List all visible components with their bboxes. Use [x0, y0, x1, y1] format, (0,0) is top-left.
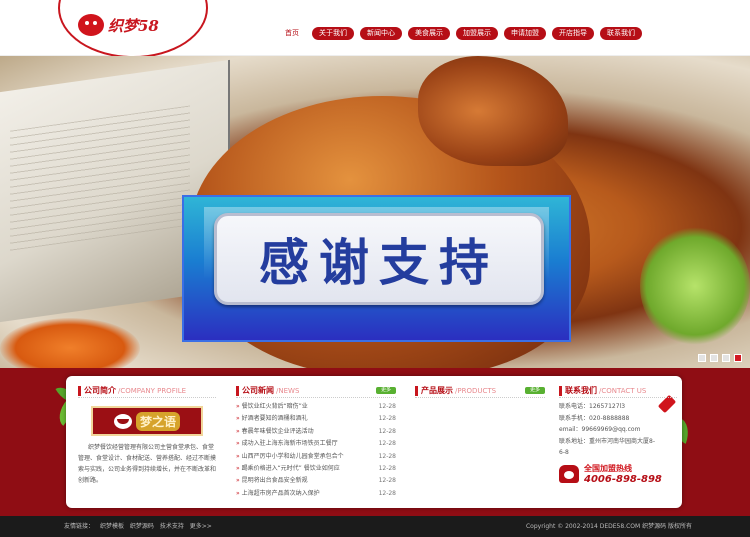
products-more-button[interactable]: 更多: [525, 387, 545, 394]
contact-address-cont: 6-8: [559, 449, 569, 456]
products-section: 产品展示 /PRODUCTS 更多: [415, 384, 545, 502]
products-title: 产品展示: [421, 386, 453, 395]
friend-links: 友情链接： 织梦模板 织梦源码 技术支持 更多>>: [64, 516, 216, 537]
book-text-lines: [10, 105, 190, 251]
news-item-date: 12-28: [378, 427, 396, 435]
hotline: 全国加盟热线 4006-898-898: [559, 463, 677, 485]
slide-dot-4[interactable]: [734, 354, 742, 362]
news-item-title: 好酒者要知的酒桶和酒礼: [236, 413, 308, 425]
hotline-number: 4006-898-898: [584, 473, 662, 485]
footer: 友情链接： 织梦模板 织梦源码 技术支持 更多>> Copyright © 20…: [0, 516, 750, 537]
news-item-title: 昆明将出台食品安全新规: [236, 475, 308, 487]
logo-face-icon: [78, 14, 104, 36]
footer-link[interactable]: 技术支持: [160, 523, 184, 530]
news-item-date: 12-28: [378, 415, 396, 423]
banner[interactable]: 感谢支持: [0, 56, 750, 368]
heading-bar: [415, 385, 418, 396]
contact-heading: 联系我们 /CONTACT US: [559, 384, 677, 398]
news-more-button[interactable]: 更多: [376, 387, 396, 394]
footer-link[interactable]: 织梦源码: [130, 523, 154, 530]
slide-pagination: [698, 354, 742, 362]
news-item-title: 上海超市房产品首次纳入保护: [236, 488, 320, 500]
logo-text: 织梦58: [108, 16, 159, 35]
contact-section: 联系我们 /CONTACT US 联系电话：12657127l3 联系手机：02…: [559, 384, 677, 502]
thanks-text: 感谢支持: [259, 234, 499, 292]
news-item-date: 12-28: [378, 440, 396, 448]
site-logo[interactable]: 织梦58: [78, 14, 159, 36]
intro-title: 公司简介: [84, 386, 116, 395]
banner-lettuce-image: [640, 226, 750, 346]
nav-item-news[interactable]: 新闻中心: [360, 27, 402, 40]
news-item[interactable]: 春晨年味餐饮企业评选活动 12-28: [236, 426, 396, 438]
intro-logo-face-icon: [113, 413, 132, 429]
contact-address: 联系地址：重州市河南华园商大厦8-: [559, 437, 655, 445]
news-item[interactable]: 餐饮业红火背后“暗伤”业 12-28: [236, 401, 396, 413]
phone-icon: [559, 464, 579, 483]
contact-details: 联系电话：12657127l3 联系手机：020-8888888 email：9…: [559, 401, 677, 459]
news-title-en: /NEWS: [276, 386, 300, 395]
intro-text: 织梦餐饮经营管理有限公司主营食堂承包、食堂管理、食堂设计、食材配送、营养搭配、经…: [78, 444, 217, 484]
slide-dot-1[interactable]: [698, 354, 706, 362]
contact-phone: 联系电话：12657127l3: [559, 403, 626, 410]
contact-email[interactable]: email：99669969@qq.com: [559, 424, 677, 436]
intro-heading: 公司简介 /COMPANY PROFILE: [78, 384, 216, 398]
nav-item-apply[interactable]: 申请加盟: [504, 27, 546, 40]
news-item[interactable]: 山西严厉中小学和幼儿园食堂承包合个 12-28: [236, 451, 396, 463]
hotline-label: 全国加盟热线: [584, 463, 632, 473]
intro-logo-text: 梦之语: [135, 411, 180, 431]
main-nav: 首页 关于我们 新闻中心 美食展示 加盟展示 申请加盟 开店指导 联系我们: [278, 27, 642, 40]
contact-mobile: 联系手机：020-8888888: [559, 414, 630, 422]
company-intro-section: 公司简介 /COMPANY PROFILE 梦之语 织梦餐饮经营管理有限公司主营…: [78, 384, 216, 502]
news-item-date: 12-28: [378, 489, 396, 497]
slide-dot-2[interactable]: [710, 354, 718, 362]
nav-item-guide[interactable]: 开店指导: [552, 27, 594, 40]
slide-dot-3[interactable]: [722, 354, 730, 362]
news-item[interactable]: 成功入驻上海东海新市场铁员工餐厅 12-28: [236, 438, 396, 450]
banner-carrot-image: [0, 318, 140, 368]
friend-links-label: 友情链接：: [64, 523, 95, 530]
news-item-title: 踢乘价格进入“元时代” 餐饮业如何应: [236, 463, 340, 475]
thanks-overlay: 感谢支持: [182, 195, 571, 342]
thanks-plate: 感谢支持: [214, 213, 544, 305]
news-item-date: 12-28: [378, 452, 396, 460]
news-heading: 公司新闻 /NEWS 更多: [236, 384, 396, 398]
footer-link[interactable]: 织梦模板: [100, 523, 124, 530]
news-item-date: 12-28: [378, 464, 396, 472]
heading-bar: [559, 385, 562, 396]
products-heading: 产品展示 /PRODUCTS 更多: [415, 384, 545, 398]
intro-title-en: /COMPANY PROFILE: [118, 386, 187, 395]
copyright: Copyright © 2002-2014 DEDE58.COM 织梦源码 版权…: [525, 523, 692, 530]
news-item[interactable]: 昆明将出台食品安全新规 12-28: [236, 475, 396, 487]
products-title-en: /PRODUCTS: [455, 386, 497, 395]
news-item-date: 12-28: [378, 477, 396, 485]
nav-item-about[interactable]: 关于我们: [312, 27, 354, 40]
news-item-title: 春晨年味餐饮企业评选活动: [236, 426, 314, 438]
news-item-date: 12-28: [378, 403, 396, 410]
nav-item-franchise-show[interactable]: 加盟展示: [456, 27, 498, 40]
news-item-title: 成功入驻上海东海新市场铁员工餐厅: [236, 438, 338, 450]
news-list: 餐饮业红火背后“暗伤”业 12-28 好酒者要知的酒桶和酒礼 12-28 春晨年味餐…: [236, 401, 396, 500]
nav-item-contact[interactable]: 联系我们: [600, 27, 642, 40]
heading-bar: [236, 385, 239, 396]
nav-item-food[interactable]: 美食展示: [408, 27, 450, 40]
header: 织梦58 首页 关于我们 新闻中心 美食展示 加盟展示 申请加盟 开店指导 联系…: [0, 0, 750, 58]
contact-title: 联系我们: [565, 386, 597, 395]
heading-bar: [78, 385, 81, 396]
news-title: 公司新闻: [242, 386, 274, 395]
news-item-title: 山西严厉中小学和幼儿园食堂承包合个: [236, 451, 344, 463]
intro-logo: 梦之语: [91, 406, 203, 436]
news-item[interactable]: 好酒者要知的酒桶和酒礼 12-28: [236, 413, 396, 425]
footer-more-link[interactable]: 更多>>: [190, 523, 212, 530]
news-item[interactable]: 踢乘价格进入“元时代” 餐饮业如何应 12-28: [236, 463, 396, 475]
nav-item-home[interactable]: 首页: [278, 27, 306, 40]
company-news-section: 公司新闻 /NEWS 更多 餐饮业红火背后“暗伤”业 12-28 好酒者要知的酒桶…: [236, 384, 396, 502]
news-item[interactable]: 上海超市房产品首次纳入保护 12-28: [236, 488, 396, 500]
news-item-title: 餐饮业红火背后“暗伤”业: [236, 401, 308, 413]
hotline-text: 全国加盟热线 4006-898-898: [584, 463, 662, 485]
content-panel: 公司简介 /COMPANY PROFILE 梦之语 织梦餐饮经营管理有限公司主营…: [66, 376, 682, 508]
contact-title-en: /CONTACT US: [599, 386, 647, 395]
banner-chicken-head-image: [418, 56, 568, 166]
